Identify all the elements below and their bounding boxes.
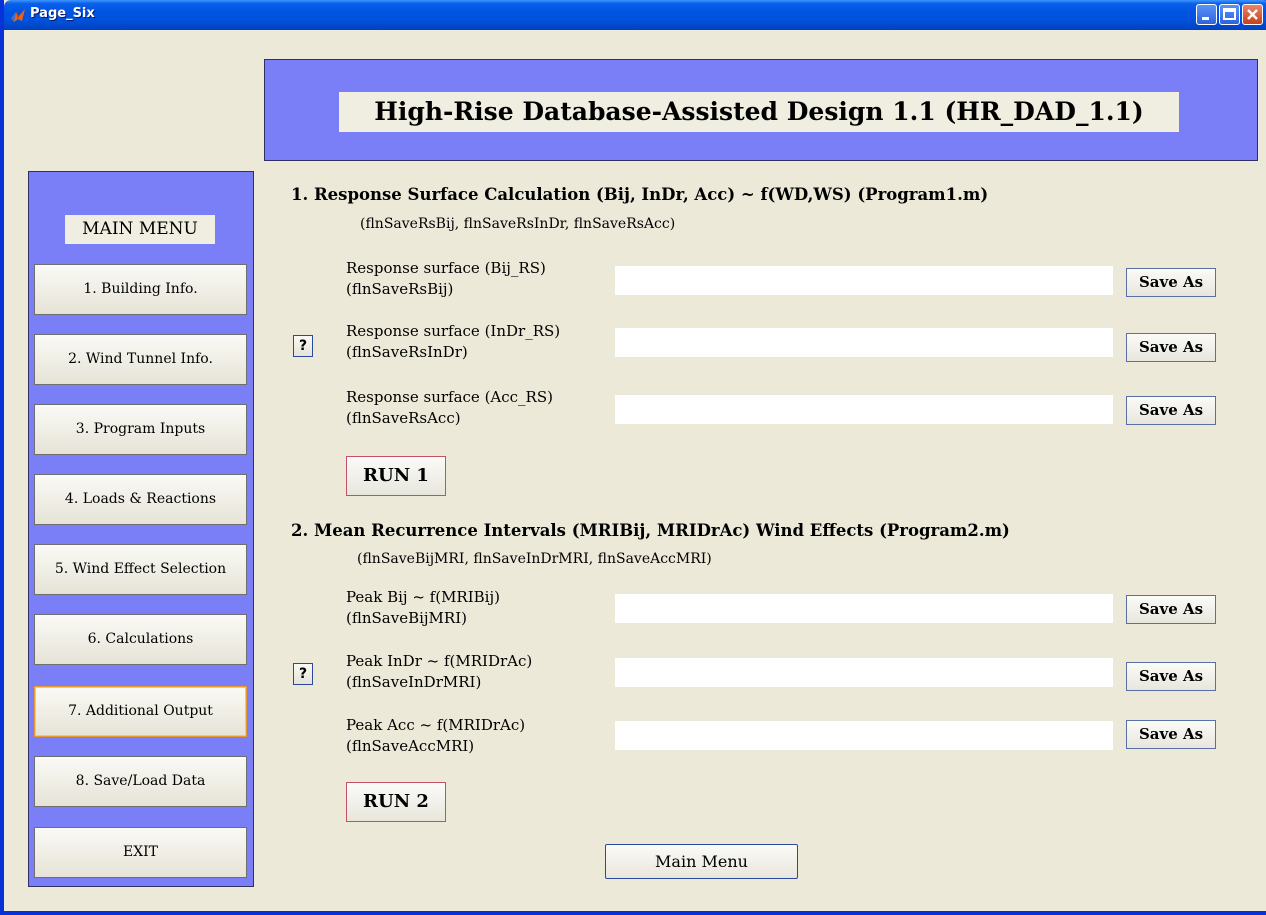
section1-row2-label: Response surface (InDr_RS) (flnSaveRsInD… — [346, 321, 560, 363]
row-label-line1: Response surface (InDr_RS) — [346, 322, 561, 340]
save-as-bij-rs-button[interactable]: Save As — [1126, 268, 1216, 297]
section2-row3-label: Peak Acc ~ f(MRIDrAc) (flnSaveAccMRI) — [346, 715, 525, 757]
window-title: Page_Six — [30, 6, 95, 21]
app-window: Page_Six High-Rise Database-Assisted Des… — [0, 0, 1266, 915]
response-surface-acc-field[interactable] — [615, 395, 1113, 424]
row-label-line2: (flnSaveRsInDr) — [346, 343, 468, 361]
menu-additional-output-button[interactable]: 7. Additional Output — [34, 686, 247, 737]
close-button[interactable] — [1242, 4, 1263, 25]
section1-row3-label: Response surface (Acc_RS) (flnSaveRsAcc) — [346, 387, 553, 429]
row-label-line2: (flnSaveRsAcc) — [346, 409, 461, 427]
section2-help-button[interactable]: ? — [293, 663, 313, 685]
save-as-bij-mri-button[interactable]: Save As — [1126, 595, 1216, 624]
row-label-line2: (flnSaveInDrMRI) — [346, 673, 482, 691]
menu-save-load-data-button[interactable]: 8. Save/Load Data — [34, 756, 247, 807]
run-2-button[interactable]: RUN 2 — [346, 782, 446, 822]
row-label-line1: Peak Bij ~ f(MRIBij) — [346, 588, 500, 606]
maximize-icon — [1223, 8, 1236, 20]
response-surface-indr-field[interactable] — [615, 328, 1113, 357]
row-label-line1: Peak Acc ~ f(MRIDrAc) — [346, 716, 526, 734]
minimize-icon — [1202, 17, 1209, 20]
menu-title: MAIN MENU — [65, 215, 215, 244]
save-as-indr-rs-button[interactable]: Save As — [1126, 333, 1216, 362]
menu-wind-effect-selection-button[interactable]: 5. Wind Effect Selection — [34, 544, 247, 595]
app-title: High-Rise Database-Assisted Design 1.1 (… — [339, 92, 1179, 132]
row-label-line1: Response surface (Bij_RS) — [346, 259, 546, 277]
header-panel: High-Rise Database-Assisted Design 1.1 (… — [264, 59, 1258, 161]
menu-calculations-button[interactable]: 6. Calculations — [34, 614, 247, 665]
menu-building-info-button[interactable]: 1. Building Info. — [34, 264, 247, 315]
menu-program-inputs-button[interactable]: 3. Program Inputs — [34, 404, 247, 455]
section1-subtitle: (flnSaveRsBij, flnSaveRsInDr, flnSaveRsA… — [360, 216, 676, 232]
row-label-line2: (flnSaveBijMRI) — [346, 609, 467, 627]
row-label-line2: (flnSaveAccMRI) — [346, 737, 475, 755]
menu-loads-reactions-button[interactable]: 4. Loads & Reactions — [34, 474, 247, 525]
save-as-acc-rs-button[interactable]: Save As — [1126, 396, 1216, 425]
peak-bij-field[interactable] — [615, 594, 1113, 623]
section1-row1-label: Response surface (Bij_RS) (flnSaveRsBij) — [346, 258, 546, 300]
row-label-line1: Peak InDr ~ f(MRIDrAc) — [346, 652, 533, 670]
section2-title: 2. Mean Recurrence Intervals (MRIBij, MR… — [291, 521, 1010, 540]
close-icon — [1247, 9, 1258, 20]
section1-help-button[interactable]: ? — [293, 335, 313, 357]
save-as-indr-mri-button[interactable]: Save As — [1126, 662, 1216, 691]
save-as-acc-mri-button[interactable]: Save As — [1126, 720, 1216, 749]
matlab-icon — [11, 9, 25, 22]
minimize-button[interactable] — [1196, 4, 1217, 25]
main-menu-button[interactable]: Main Menu — [605, 844, 798, 879]
maximize-button[interactable] — [1219, 4, 1240, 25]
client-area: High-Rise Database-Assisted Design 1.1 (… — [8, 30, 1266, 911]
section2-row2-label: Peak InDr ~ f(MRIDrAc) (flnSaveInDrMRI) — [346, 651, 532, 693]
row-label-line1: Response surface (Acc_RS) — [346, 388, 553, 406]
peak-indr-field[interactable] — [615, 658, 1113, 687]
section1-title: 1. Response Surface Calculation (Bij, In… — [291, 185, 989, 204]
run-1-button[interactable]: RUN 1 — [346, 456, 446, 496]
menu-exit-button[interactable]: EXIT — [34, 827, 247, 878]
peak-acc-field[interactable] — [615, 721, 1113, 750]
section2-row1-label: Peak Bij ~ f(MRIBij) (flnSaveBijMRI) — [346, 587, 500, 629]
response-surface-bij-field[interactable] — [615, 266, 1113, 295]
section2-subtitle: (flnSaveBijMRI, flnSaveInDrMRI, flnSaveA… — [357, 551, 712, 567]
title-bar[interactable]: Page_Six — [4, 0, 1266, 30]
menu-wind-tunnel-info-button[interactable]: 2. Wind Tunnel Info. — [34, 334, 247, 385]
main-menu-panel: MAIN MENU 1. Building Info. 2. Wind Tunn… — [28, 171, 254, 887]
row-label-line2: (flnSaveRsBij) — [346, 280, 454, 298]
